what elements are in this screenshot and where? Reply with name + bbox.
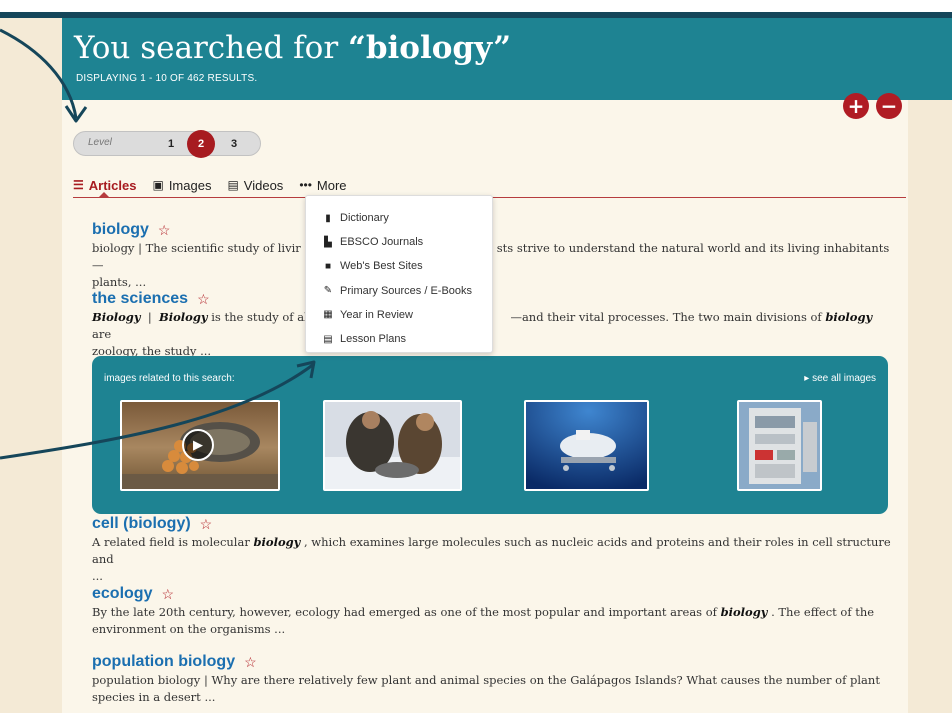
snippet-part: ... xyxy=(92,569,103,583)
snippet-part: | xyxy=(140,310,160,324)
snippet-part: —and their vital processes. The two main… xyxy=(510,310,826,324)
result-title-row: ecology ☆ xyxy=(92,585,892,603)
film-icon: ▤ xyxy=(227,178,239,192)
result-title-link[interactable]: the sciences xyxy=(92,290,188,308)
search-query: “biology” xyxy=(348,30,512,66)
tab-images-label: Images xyxy=(168,177,212,193)
level-option-3[interactable]: 3 xyxy=(225,135,243,153)
thumbnail-researchers[interactable] xyxy=(323,400,462,491)
thumbnail-lab-equipment[interactable] xyxy=(737,400,822,491)
thumbnail-tortoise-video[interactable]: ▶ xyxy=(120,400,280,491)
star-icon[interactable]: ☆ xyxy=(197,291,210,308)
see-all-images-link[interactable]: ▸ see all images xyxy=(804,373,876,384)
related-images-panel: images related to this search: ▸ see all… xyxy=(92,356,888,514)
result-item: cell (biology) ☆ A related field is mole… xyxy=(92,515,892,585)
tab-articles-label: Articles xyxy=(88,177,137,193)
results-count: DISPLAYING 1 - 10 OF 462 RESULTS. xyxy=(76,73,258,84)
more-dropdown-menu: ▮ Dictionary ▙ EBSCO Journals ■ Web's Best … xyxy=(305,195,493,353)
content-tabs: ☰ Articles ▣ Images ▤ Videos ••• More xyxy=(73,176,363,194)
star-icon[interactable]: ☆ xyxy=(161,586,174,603)
tab-more-label: More xyxy=(316,177,347,193)
menu-item-label: Year in Review xyxy=(340,308,413,321)
result-title-row: population biology ☆ xyxy=(92,653,892,671)
title-prefix: You searched for xyxy=(74,30,348,66)
submersible-image xyxy=(526,402,647,489)
snippet-part: plants, ... xyxy=(92,275,147,289)
snippet-highlight: biology xyxy=(720,605,768,619)
edit-icon: ✎ xyxy=(323,285,333,297)
tab-videos-label: Videos xyxy=(243,177,284,193)
snippet-part: environment on the organisms ... xyxy=(92,622,286,636)
result-snippet: population biology | Why are there relat… xyxy=(92,672,892,706)
lab-equipment-image xyxy=(739,402,820,489)
articles-icon: ☰ xyxy=(73,178,84,192)
more-icon: ••• xyxy=(299,178,312,192)
menu-item-year-in-review[interactable]: ▦ Year in Review xyxy=(306,303,492,327)
minus-icon[interactable]: − xyxy=(876,93,902,119)
result-snippet: A related field is molecular biology , w… xyxy=(92,534,892,585)
menu-item-label: Dictionary xyxy=(340,212,389,225)
menu-item-webs-best-sites[interactable]: ■ Web's Best Sites xyxy=(306,254,492,278)
menu-item-dictionary[interactable]: ▮ Dictionary xyxy=(306,206,492,230)
snippet-part: species in a desert ... xyxy=(92,690,216,704)
snippet-highlight: biology xyxy=(825,310,873,324)
menu-item-label: Primary Sources / E-Books xyxy=(340,284,473,297)
star-icon[interactable]: ☆ xyxy=(158,222,171,239)
menu-item-label: Web's Best Sites xyxy=(340,260,423,273)
image-icon: ▣ xyxy=(152,178,164,192)
images-panel-label: images related to this search: xyxy=(104,373,235,384)
thumbnail-submersible[interactable] xyxy=(524,400,649,491)
page-title: You searched for “biology” xyxy=(74,30,511,66)
menu-item-ebsco-journals[interactable]: ▙ EBSCO Journals xyxy=(306,230,492,254)
snippet-part: A related field is molecular xyxy=(92,535,254,549)
menu-item-label: Lesson Plans xyxy=(340,333,407,346)
snippet-part: . The effect of the xyxy=(767,605,875,619)
result-item: population biology ☆ population biology … xyxy=(92,653,892,706)
result-title-link[interactable]: cell (biology) xyxy=(92,515,191,533)
level-option-2[interactable]: 2 xyxy=(187,130,215,158)
top-strip xyxy=(0,0,952,12)
result-title-link[interactable]: population biology xyxy=(92,653,235,671)
document-icon: ▙ xyxy=(324,236,332,248)
result-title-row: cell (biology) ☆ xyxy=(92,515,892,533)
tab-images[interactable]: ▣ Images xyxy=(152,176,211,194)
menu-item-lesson-plans[interactable]: ▤ Lesson Plans xyxy=(306,327,492,351)
snippet-highlight: Biology xyxy=(92,310,141,324)
tab-more[interactable]: ••• More xyxy=(299,176,346,194)
tab-videos[interactable]: ▤ Videos xyxy=(227,176,283,194)
search-header: You searched for “biology” DISPLAYING 1 … xyxy=(62,18,952,100)
snippet-highlight: Biology xyxy=(159,310,208,324)
result-title-link[interactable]: biology xyxy=(92,221,149,239)
level-selector: Level 1 2 3 xyxy=(73,130,261,158)
star-icon[interactable]: ☆ xyxy=(200,516,213,533)
book-icon: ▮ xyxy=(325,212,331,224)
star-icon[interactable]: ☆ xyxy=(244,654,257,671)
active-tab-caret xyxy=(98,192,110,198)
result-title-link[interactable]: ecology xyxy=(92,585,152,603)
calendar-icon: ▦ xyxy=(323,309,333,321)
snippet-highlight: biology xyxy=(253,535,301,549)
snippet-part: are xyxy=(92,327,112,341)
level-option-1[interactable]: 1 xyxy=(162,135,180,153)
list-icon: ▤ xyxy=(323,333,333,345)
menu-item-label: EBSCO Journals xyxy=(340,236,424,249)
snippet-part: biology | The scientific study of livir xyxy=(92,241,301,255)
level-label: Level xyxy=(88,137,112,148)
bookmark-icon: ■ xyxy=(324,260,332,272)
plus-icon[interactable]: + xyxy=(843,93,869,119)
snippet-part: By the late 20th century, however, ecolo… xyxy=(92,605,721,619)
menu-item-primary-sources[interactable]: ✎ Primary Sources / E-Books xyxy=(306,279,492,303)
result-snippet: By the late 20th century, however, ecolo… xyxy=(92,604,892,638)
result-item: ecology ☆ By the late 20th century, howe… xyxy=(92,585,892,638)
researchers-image xyxy=(325,402,460,489)
play-icon[interactable]: ▶ xyxy=(182,429,214,461)
snippet-part: population biology | Why are there relat… xyxy=(92,673,880,687)
